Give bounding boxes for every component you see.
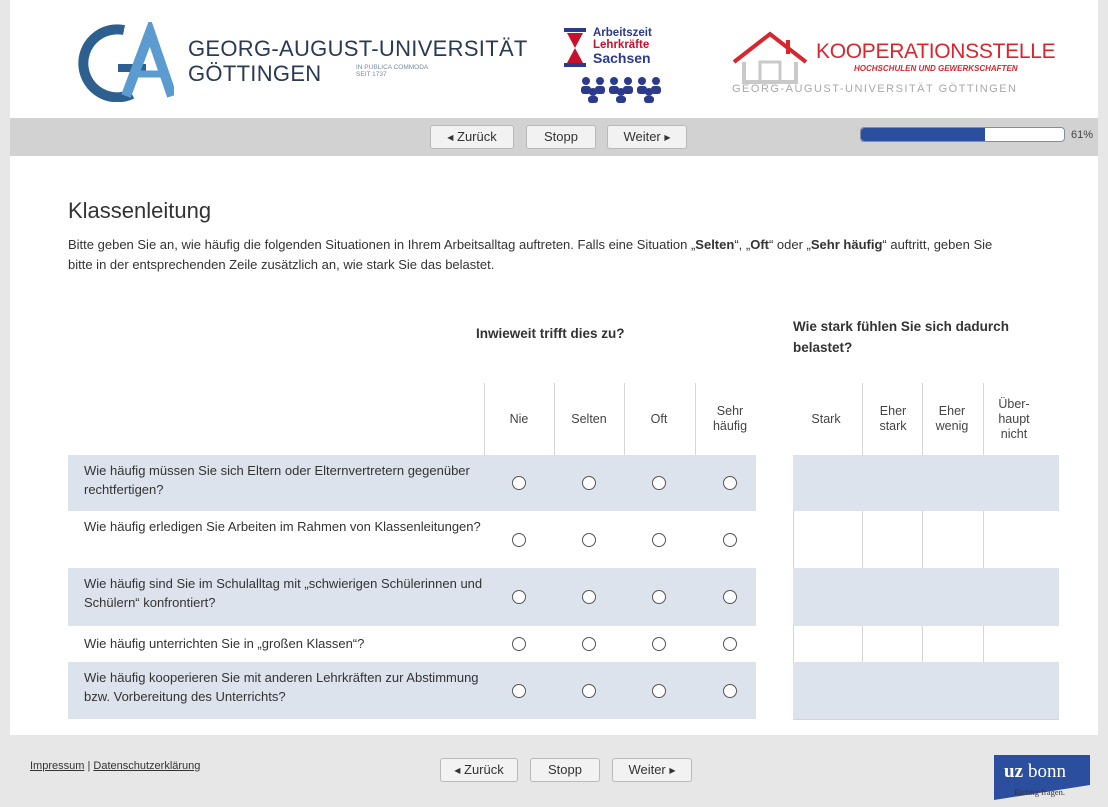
frequency-radio[interactable] bbox=[582, 683, 596, 698]
progress-fill bbox=[861, 128, 985, 141]
burden-column-header: Stark bbox=[811, 411, 841, 426]
progress-percent: 61% bbox=[1071, 129, 1094, 141]
question-text: Wie häufig unterrichten Sie in „großen K… bbox=[84, 636, 365, 651]
burden-column-header: Über-haupt nicht bbox=[998, 396, 1030, 441]
frequency-radio[interactable] bbox=[652, 637, 666, 651]
burden-row bbox=[793, 455, 1059, 511]
frequency-radio[interactable] bbox=[723, 476, 737, 490]
burden-column-header: Eher stark bbox=[879, 404, 907, 433]
frequency-radio[interactable] bbox=[582, 532, 596, 547]
back-button-top[interactable]: ◀ Zurück bbox=[430, 125, 514, 149]
goettingen-logo-icon bbox=[78, 22, 174, 102]
frequency-radio[interactable] bbox=[652, 683, 666, 698]
frequency-radio[interactable] bbox=[512, 532, 526, 547]
frequency-column-header: Selten bbox=[571, 411, 607, 426]
svg-text:bonn: bonn bbox=[1028, 761, 1067, 782]
arbeitszeit-logo-text: Arbeitszeit Lehrkräfte Sachsen bbox=[593, 27, 652, 66]
frequency-radio[interactable] bbox=[582, 637, 596, 651]
intro-text: Bitte geben Sie an, wie häufig die folge… bbox=[68, 237, 993, 272]
footer-links: Impressum | Datenschutzerklärung bbox=[30, 760, 201, 772]
frequency-group-header: Inwieweit trifft dies zu? bbox=[476, 326, 625, 341]
stop-button-bottom[interactable]: Stopp bbox=[530, 758, 600, 782]
top-navbar: ◀ Zurück Stopp Weiter ▶ 61% bbox=[10, 118, 1098, 156]
burden-group-header: Wie stark fühlen Sie sich dadurch belast… bbox=[793, 319, 1009, 355]
back-button-bottom[interactable]: ◀ Zurück bbox=[440, 758, 518, 782]
frequency-radio[interactable] bbox=[652, 532, 666, 547]
frequency-radio[interactable] bbox=[512, 683, 526, 698]
frequency-radio[interactable] bbox=[512, 590, 526, 604]
frequency-radio[interactable] bbox=[582, 590, 596, 604]
university-motto: IN PUBLICA COMMODA SEIT 1737 bbox=[356, 64, 429, 78]
frequency-radio[interactable] bbox=[723, 683, 737, 698]
question-text: Wie häufig sind Sie im Schulalltag mit „… bbox=[84, 576, 483, 610]
question-text: Wie häufig erledigen Sie Arbeiten im Rah… bbox=[84, 519, 481, 534]
uzbonn-tagline: Richtig fragen. bbox=[1014, 787, 1065, 797]
burden-row bbox=[793, 662, 1059, 719]
burden-row bbox=[793, 511, 1059, 568]
arrow-left-icon: ◀ bbox=[454, 766, 461, 775]
header: GEORG-AUGUST-UNIVERSITÄT GÖTTINGEN IN PU… bbox=[10, 0, 1098, 118]
arrow-left-icon: ◀ bbox=[447, 133, 454, 142]
impressum-link[interactable]: Impressum bbox=[30, 760, 84, 772]
koop-title: KOOPERATIONSSTELLE bbox=[816, 40, 1056, 63]
kooperationsstelle-house-icon bbox=[732, 31, 808, 84]
arrow-right-icon: ▶ bbox=[669, 766, 676, 775]
arrow-right-icon: ▶ bbox=[664, 133, 671, 142]
question-text: Wie häufig kooperieren Sie mit anderen L… bbox=[84, 670, 479, 704]
progress-bar bbox=[860, 127, 1065, 142]
frequency-radio[interactable] bbox=[723, 532, 737, 547]
frequency-radio[interactable] bbox=[652, 476, 666, 490]
frequency-radio[interactable] bbox=[582, 476, 596, 490]
uzbonn-logo: uz bonn Richtig fragen. bbox=[994, 755, 1090, 800]
frequency-radio[interactable] bbox=[723, 590, 737, 604]
next-button-bottom[interactable]: Weiter ▶ bbox=[612, 758, 692, 782]
question-text: Wie häufig müssen Sie sich Eltern oder E… bbox=[84, 463, 470, 497]
burden-column-header: Eher wenig bbox=[935, 404, 969, 433]
university-name: GEORG-AUGUST-UNIVERSITÄT GÖTTINGEN bbox=[188, 36, 528, 86]
page-title: Klassenleitung bbox=[68, 198, 212, 223]
stop-button-top[interactable]: Stopp bbox=[526, 125, 596, 149]
koop-university: GEORG-AUGUST-UNIVERSITÄT GÖTTINGEN bbox=[732, 83, 1018, 95]
university-name-line1: GEORG-AUGUST-UNIVERSITÄT bbox=[188, 36, 528, 61]
next-button-top[interactable]: Weiter ▶ bbox=[607, 125, 687, 149]
frequency-radio[interactable] bbox=[723, 637, 737, 651]
frequency-column-header: Oft bbox=[650, 411, 668, 426]
frequency-radio[interactable] bbox=[512, 476, 526, 490]
frequency-radio[interactable] bbox=[512, 637, 526, 651]
frequency-column-divider bbox=[695, 383, 696, 455]
frequency-column-header: Nie bbox=[509, 411, 529, 426]
frequency-radio[interactable] bbox=[652, 590, 666, 604]
svg-text:uz: uz bbox=[1004, 761, 1024, 782]
datenschutz-link[interactable]: Datenschutzerklärung bbox=[93, 760, 200, 772]
burden-row bbox=[793, 626, 1059, 662]
burden-row bbox=[793, 568, 1059, 626]
frequency-column-header: Sehr häufig bbox=[712, 404, 748, 433]
koop-subtitle: HOCHSCHULEN UND GEWERKSCHAFTEN bbox=[854, 64, 1018, 73]
